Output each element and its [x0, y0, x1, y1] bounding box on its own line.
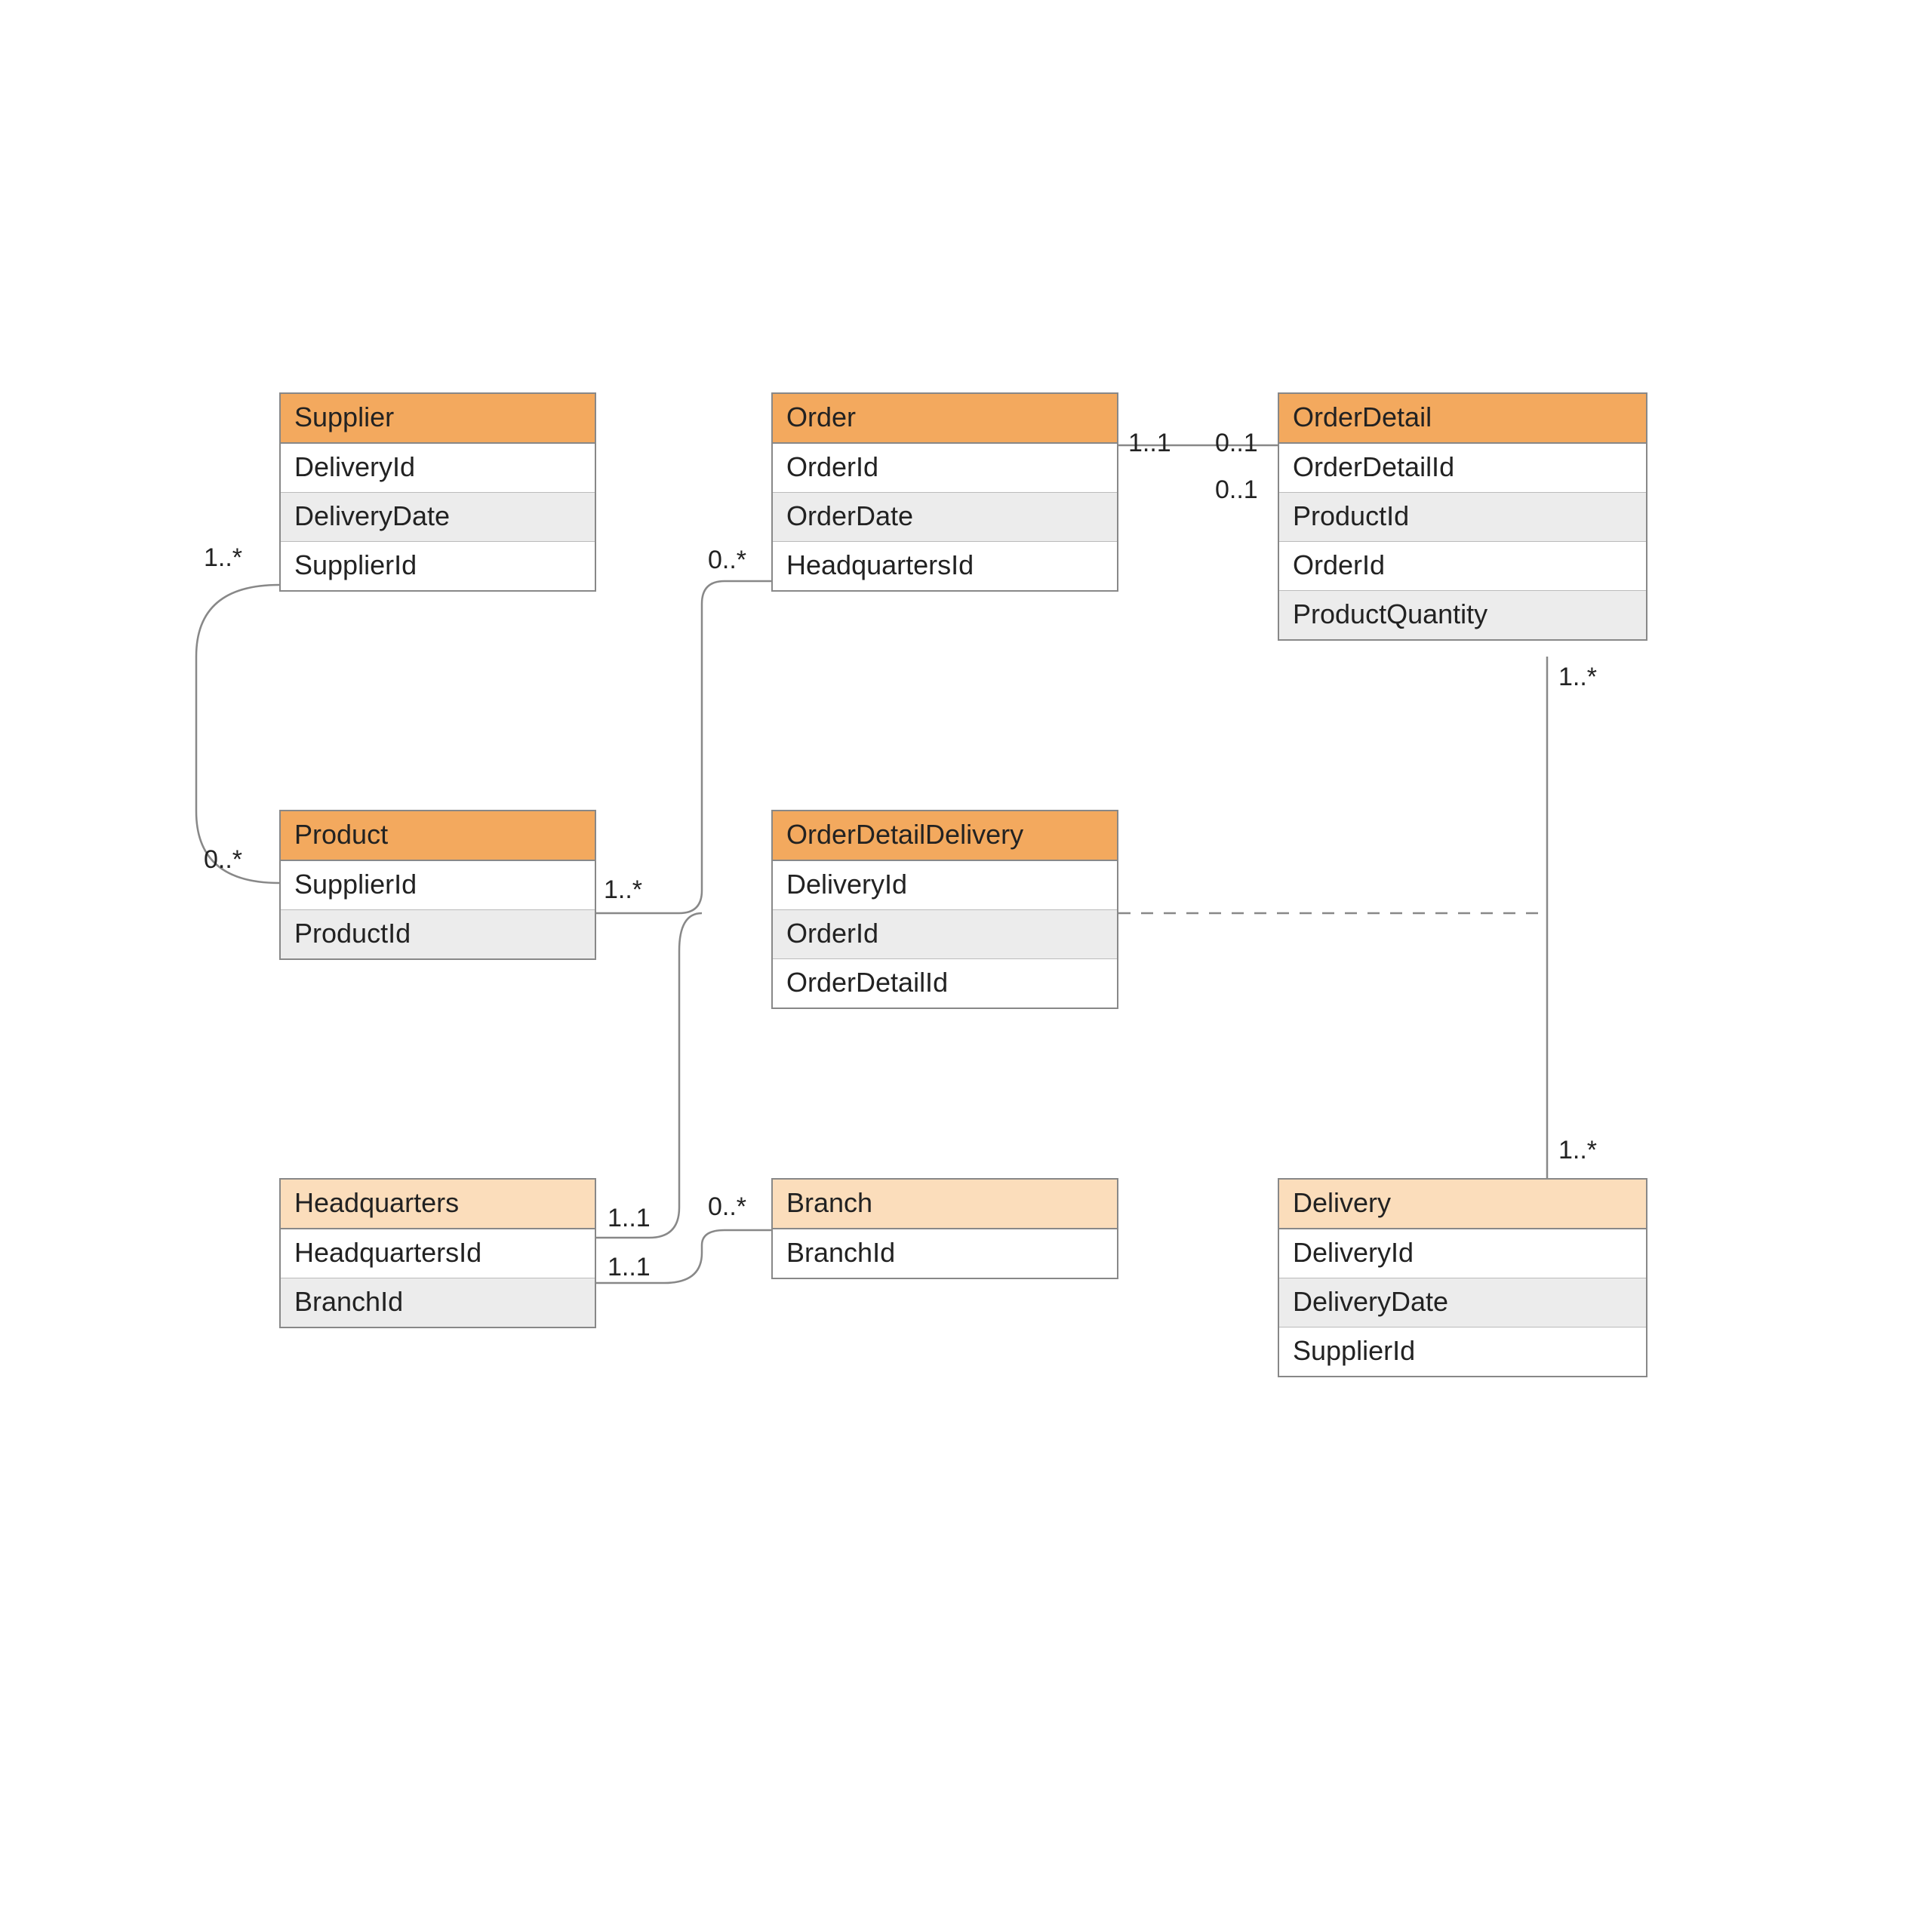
entity-title: Order — [773, 394, 1117, 444]
attr-row: ProductQuantity — [1279, 590, 1646, 639]
entity-title: Delivery — [1279, 1180, 1646, 1229]
attr-row: DeliveryId — [1279, 1229, 1646, 1278]
entity-delivery: Delivery DeliveryId DeliveryDate Supplie… — [1278, 1178, 1647, 1377]
entity-title: Headquarters — [281, 1180, 595, 1229]
multiplicity-label: 0..* — [708, 546, 746, 575]
attr-row: OrderDetailId — [773, 958, 1117, 1008]
attr-row: HeadquartersId — [773, 541, 1117, 590]
entity-title: OrderDetail — [1279, 394, 1646, 444]
multiplicity-label: 1..* — [604, 875, 642, 905]
multiplicity-label: 1..* — [204, 543, 242, 573]
entity-title: Branch — [773, 1180, 1117, 1229]
edge-product-order — [596, 581, 771, 913]
attr-row: BranchId — [773, 1229, 1117, 1278]
attr-row: ProductId — [281, 909, 595, 958]
attr-row: OrderDetailId — [1279, 444, 1646, 492]
entity-orderdetail: OrderDetail OrderDetailId ProductId Orde… — [1278, 392, 1647, 641]
entity-order: Order OrderId OrderDate HeadquartersId — [771, 392, 1118, 592]
attr-row: OrderId — [1279, 541, 1646, 590]
multiplicity-label: 0..* — [708, 1192, 746, 1222]
attr-row: DeliveryDate — [1279, 1278, 1646, 1327]
attr-row: DeliveryId — [773, 861, 1117, 909]
edge-hq-order — [596, 913, 702, 1238]
multiplicity-label: 0..1 — [1215, 475, 1258, 505]
entity-branch: Branch BranchId — [771, 1178, 1118, 1279]
attr-row: ProductId — [1279, 492, 1646, 541]
multiplicity-label: 0..1 — [1215, 429, 1258, 458]
edge-supplier-product — [196, 585, 279, 883]
entity-title: OrderDetailDelivery — [773, 811, 1117, 861]
entity-title: Product — [281, 811, 595, 861]
attr-row: SupplierId — [1279, 1327, 1646, 1376]
entity-supplier: Supplier DeliveryId DeliveryDate Supplie… — [279, 392, 596, 592]
multiplicity-label: 1..* — [1558, 1136, 1597, 1165]
attr-row: SupplierId — [281, 861, 595, 909]
entity-headquarters: Headquarters HeadquartersId BranchId — [279, 1178, 596, 1328]
entity-orderdetaildelivery: OrderDetailDelivery DeliveryId OrderId O… — [771, 810, 1118, 1009]
multiplicity-label: 0..* — [204, 845, 242, 875]
multiplicity-label: 1..* — [1558, 663, 1597, 692]
attr-row: HeadquartersId — [281, 1229, 595, 1278]
er-diagram-canvas: Supplier DeliveryId DeliveryDate Supplie… — [0, 0, 1932, 1932]
multiplicity-label: 1..1 — [608, 1253, 651, 1282]
attr-row: OrderId — [773, 444, 1117, 492]
entity-product: Product SupplierId ProductId — [279, 810, 596, 960]
attr-row: OrderDate — [773, 492, 1117, 541]
attr-row: DeliveryDate — [281, 492, 595, 541]
multiplicity-label: 1..1 — [608, 1204, 651, 1233]
entity-title: Supplier — [281, 394, 595, 444]
multiplicity-label: 1..1 — [1128, 429, 1171, 458]
attr-row: BranchId — [281, 1278, 595, 1327]
attr-row: SupplierId — [281, 541, 595, 590]
attr-row: OrderId — [773, 909, 1117, 958]
attr-row: DeliveryId — [281, 444, 595, 492]
